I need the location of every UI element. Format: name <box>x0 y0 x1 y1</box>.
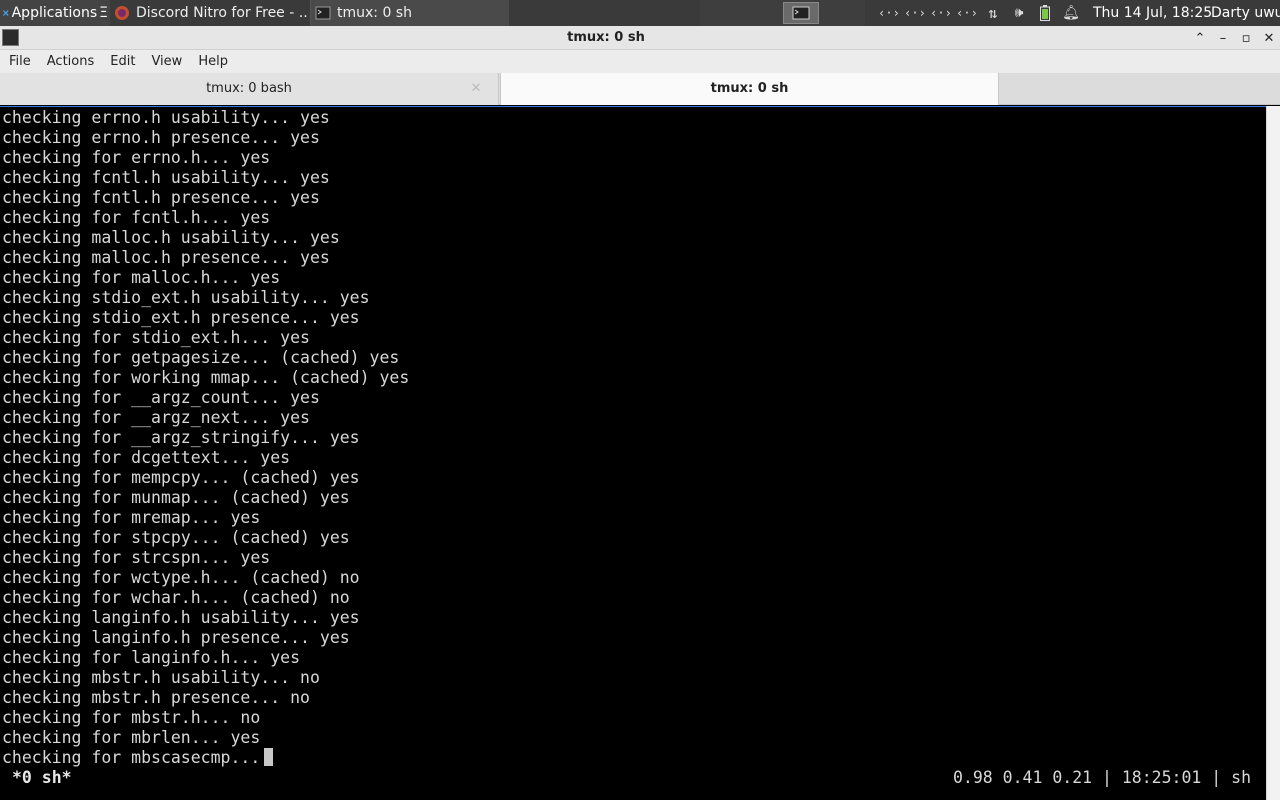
terminal-line: checking for munmap... (cached) yes <box>2 488 350 507</box>
taskbar-item-terminal[interactable]: tmux: 0 sh <box>310 0 509 26</box>
system-tray: ‹·› ‹·› ‹·› ‹·› ⇅ 🕪 🔔︎ <box>876 0 1084 26</box>
terminal-scrollbar[interactable] <box>1266 106 1280 800</box>
applications-label: Applications <box>11 5 98 21</box>
panel-left: Applications Ξ <box>0 0 110 26</box>
transfer-icon[interactable]: ⇅ <box>980 0 1006 26</box>
terminal-line: checking for mremap... yes <box>2 508 261 527</box>
battery-icon[interactable] <box>1032 0 1058 26</box>
terminal-line: checking langinfo.h presence... yes <box>2 628 350 647</box>
terminal-line: checking errno.h presence... yes <box>2 128 320 147</box>
network-icon[interactable]: ‹·› <box>876 0 902 26</box>
terminal-line: checking stdio_ext.h presence... yes <box>2 308 360 327</box>
terminal-line: checking for mempcpy... (cached) yes <box>2 468 360 487</box>
terminal-icon <box>315 6 331 20</box>
terminal-line: checking for stpcpy... (cached) yes <box>2 528 350 547</box>
tab-label: tmux: 0 sh <box>710 81 789 96</box>
terminal-line: checking fcntl.h presence... yes <box>2 188 320 207</box>
tab-sh[interactable]: tmux: 0 sh <box>500 73 999 105</box>
window-minimize-button[interactable]: – <box>1212 26 1234 50</box>
terminal-line: checking for mbrlen... yes <box>2 728 261 747</box>
terminal-line: checking for wchar.h... (cached) no <box>2 588 350 607</box>
window-restore-button[interactable]: ▫ <box>1235 26 1257 50</box>
terminal-line: checking errno.h usability... yes <box>2 108 330 127</box>
menu-actions[interactable]: Actions <box>38 54 102 69</box>
terminal-icon <box>792 6 810 20</box>
terminal-line: checking for mbscasecmp... <box>2 748 409 768</box>
firefox-icon <box>115 6 129 20</box>
tmux-status-window: *0 sh* <box>12 768 72 787</box>
menu-view[interactable]: View <box>142 54 189 69</box>
panel-clock[interactable]: Thu 14 Jul, 18:25 <box>1093 0 1212 26</box>
terminal-view[interactable]: checking errno.h usability... yes checkin… <box>0 106 1266 800</box>
window-title: tmux: 0 sh <box>567 30 645 45</box>
battery-shape <box>1040 5 1050 21</box>
taskbar-item-label: Discord Nitro for Free - ... <box>136 5 308 21</box>
window-maximize-up-icon[interactable]: ⌃ <box>1189 26 1211 50</box>
menubar: File Actions Edit View Help <box>0 50 1280 73</box>
terminal-line: checking for __argz_stringify... yes <box>2 428 360 447</box>
tab-label: tmux: 0 bash <box>206 81 292 96</box>
network-icon[interactable]: ‹·› <box>928 0 954 26</box>
terminal-line: checking for dcgettext... yes <box>2 448 291 467</box>
terminal-line: checking fcntl.h usability... yes <box>2 168 330 187</box>
window-titlebar[interactable]: tmux: 0 sh ⌃ – ▫ ✕ <box>0 26 1280 50</box>
terminal-line: checking for getpagesize... (cached) yes <box>2 348 400 367</box>
terminal-line: checking malloc.h presence... yes <box>2 248 330 267</box>
terminal-line: checking for fcntl.h... yes <box>2 208 271 227</box>
terminal-line: checking for __argz_count... yes <box>2 388 320 407</box>
top-panel: Applications Ξ Discord Nitro for Free - … <box>0 0 1280 26</box>
applications-menu-button[interactable]: Applications Ξ <box>0 0 110 26</box>
terminal-line: checking langinfo.h usability... yes <box>2 608 360 627</box>
close-icon[interactable]: ✕ <box>468 73 484 105</box>
xfce-logo-icon <box>3 10 9 16</box>
terminal-line: checking for working mmap... (cached) ye… <box>2 368 410 387</box>
bell-icon[interactable]: 🔔︎ <box>1058 0 1084 26</box>
network-icon[interactable]: ‹·› <box>954 0 980 26</box>
taskbar-item-discord[interactable]: Discord Nitro for Free - ... <box>110 0 308 26</box>
tab-bar: tmux: 0 bash ✕ tmux: 0 sh <box>0 73 1280 105</box>
window-close-button[interactable]: ✕ <box>1258 26 1280 50</box>
terminal-line: checking for stdio_ext.h... yes <box>2 328 310 347</box>
user-menu[interactable]: Darty uwu <box>1211 0 1280 26</box>
terminal-line: checking for langinfo.h... yes <box>2 648 301 667</box>
tab-bash[interactable]: tmux: 0 bash ✕ <box>0 73 499 105</box>
terminal-line: checking for wctype.h... (cached) no <box>2 568 360 587</box>
terminal-line: checking mbstr.h usability... no <box>2 668 320 687</box>
menu-file[interactable]: File <box>0 54 38 69</box>
tmux-status-right: 0.98 0.41 0.21 | 18:25:01 | sh <box>952 768 1251 787</box>
volume-icon[interactable]: 🕪 <box>1006 0 1032 26</box>
menu-edit[interactable]: Edit <box>101 54 142 69</box>
terminal-output: checking errno.h usability... yes checkin… <box>2 108 409 768</box>
terminal-line: checking mbstr.h presence... no <box>2 688 310 707</box>
terminal-line: checking for __argz_next... yes <box>2 408 310 427</box>
network-icon[interactable]: ‹·› <box>902 0 928 26</box>
workspace-1-button[interactable] <box>783 2 819 24</box>
terminal-cursor <box>264 748 274 766</box>
terminal-line: checking for strcspn... yes <box>2 548 271 567</box>
terminal-line: checking malloc.h usability... yes <box>2 228 340 247</box>
terminal-line: checking for malloc.h... yes <box>2 268 281 287</box>
menu-help[interactable]: Help <box>189 54 235 69</box>
terminal-line: checking for mbstr.h... no <box>2 708 261 727</box>
terminal-line: checking stdio_ext.h usability... yes <box>2 288 370 307</box>
taskbar-item-label: tmux: 0 sh <box>337 5 412 21</box>
terminal-line: checking for errno.h... yes <box>2 148 271 167</box>
